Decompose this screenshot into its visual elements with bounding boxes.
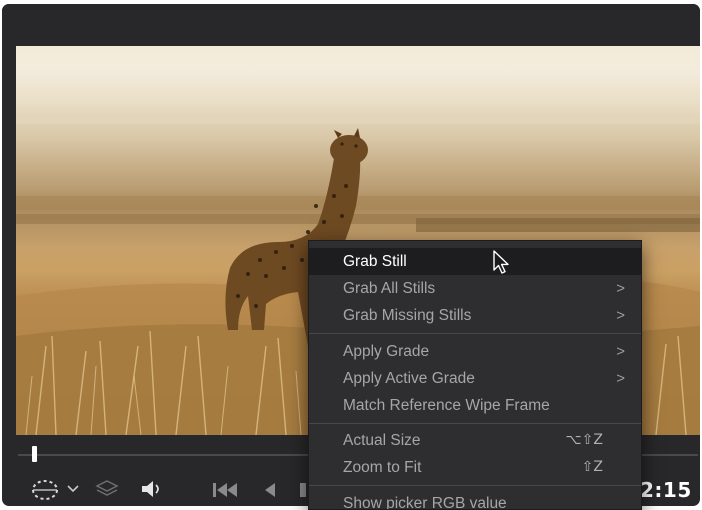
menu-item-label: Grab All Stills — [343, 280, 436, 297]
menu-item-zoom-to-fit[interactable]: Zoom to Fit ⇧Z — [309, 454, 641, 481]
menu-item-apply-grade[interactable]: Apply Grade > — [309, 338, 641, 365]
viewer-context-menu: Grab Still Grab All Stills > Grab Missin… — [308, 240, 642, 510]
menu-divider — [309, 485, 641, 486]
menu-item-actual-size[interactable]: Actual Size ⌥⇧Z — [309, 427, 641, 454]
viewer-header-bar — [2, 4, 700, 46]
submenu-arrow-icon: > — [616, 370, 625, 387]
menu-item-apply-active-grade[interactable]: Apply Active Grade > — [309, 365, 641, 392]
play-reverse-icon[interactable] — [260, 480, 280, 500]
menu-divider — [309, 333, 641, 334]
menu-item-label: Actual Size — [343, 432, 421, 449]
timecode-display: 2:15 — [640, 478, 692, 502]
submenu-arrow-icon: > — [616, 307, 625, 324]
menu-item-label: Zoom to Fit — [343, 459, 422, 476]
menu-item-label: Apply Active Grade — [343, 370, 475, 387]
menu-item-label: Grab Missing Stills — [343, 307, 472, 324]
speaker-icon[interactable] — [138, 478, 164, 500]
submenu-arrow-icon: > — [616, 343, 625, 360]
menu-item-shortcut: ⌥⇧Z — [565, 432, 603, 448]
dotted-circle-wipe-icon[interactable] — [30, 478, 60, 502]
mouse-pointer-icon — [493, 250, 509, 274]
menu-item-match-reference-wipe-frame[interactable]: Match Reference Wipe Frame — [309, 392, 641, 419]
chevron-down-icon[interactable] — [66, 484, 80, 494]
menu-item-label: Match Reference Wipe Frame — [343, 397, 550, 414]
menu-item-grab-all-stills[interactable]: Grab All Stills > — [309, 275, 641, 302]
menu-item-shortcut: ⇧Z — [581, 459, 603, 475]
skip-to-start-icon[interactable] — [210, 480, 240, 500]
menu-divider — [309, 423, 641, 424]
playhead-handle[interactable] — [31, 446, 37, 462]
menu-item-label: Apply Grade — [343, 343, 430, 360]
submenu-arrow-icon: > — [616, 280, 625, 297]
menu-item-grab-missing-stills[interactable]: Grab Missing Stills > — [309, 302, 641, 329]
menu-item-label: Grab Still — [343, 253, 407, 270]
menu-item-grab-still[interactable]: Grab Still — [309, 248, 641, 275]
menu-item-show-picker-rgb-value[interactable]: Show picker RGB value — [309, 490, 641, 509]
layers-icon[interactable] — [94, 478, 120, 500]
